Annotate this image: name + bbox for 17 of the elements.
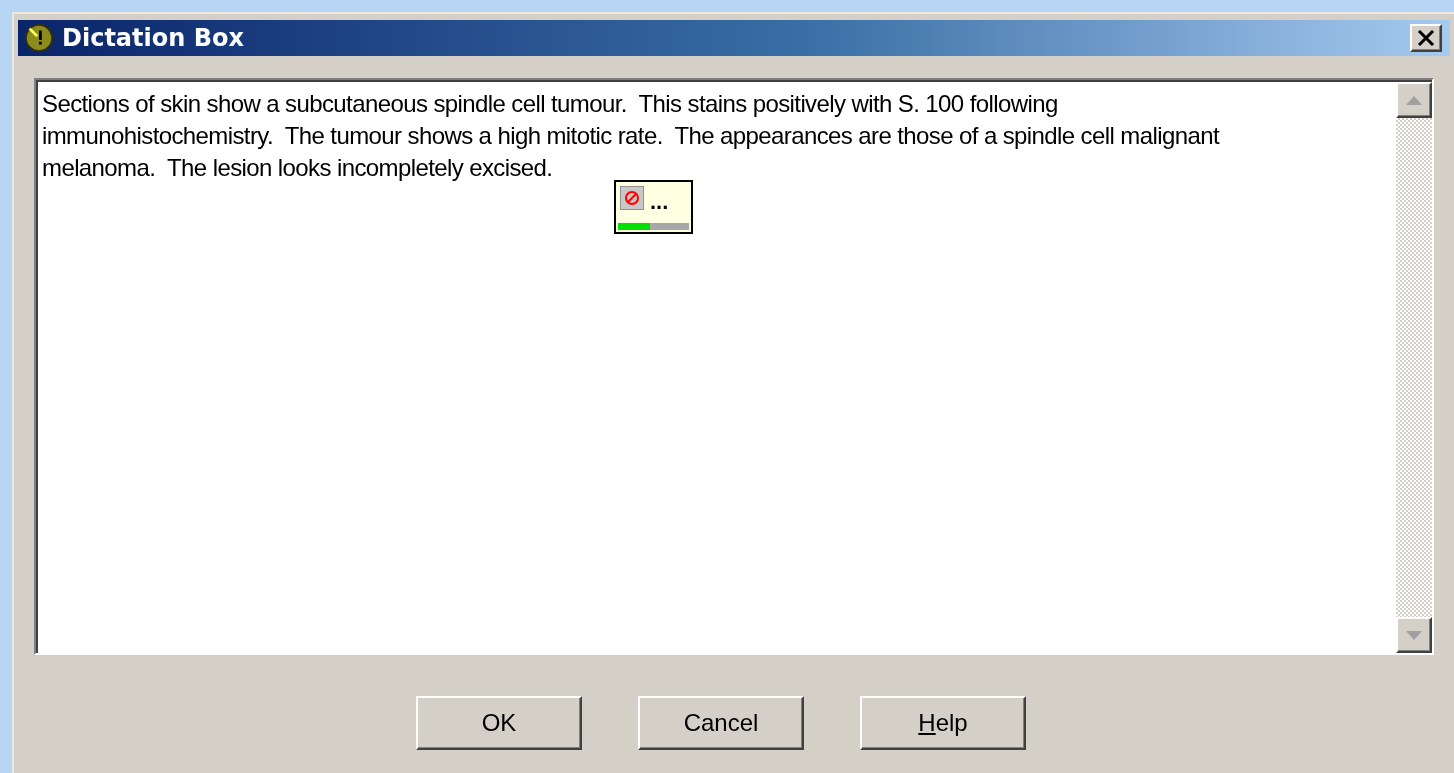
close-icon xyxy=(1417,30,1435,46)
scroll-up-button[interactable] xyxy=(1396,82,1432,118)
text-line: melanoma. The lesion looks incompletely excised. xyxy=(42,153,553,183)
dialog-button[interactable]: Cancel xyxy=(638,696,804,750)
dialog-button[interactable]: Help xyxy=(860,696,1026,750)
dictation-text-area[interactable] xyxy=(34,78,1434,655)
window-title: Dictation Box xyxy=(62,23,244,54)
text-line: Sections of skin show a subcutaneous spindle cell tumour. This stains positively with S. 100 following xyxy=(42,89,1058,119)
up-arrow-icon xyxy=(1406,95,1422,105)
stop-icon xyxy=(620,186,644,210)
text-line: immunohistochemistry. The tumour shows a high mitotic rate. The appearances are those of a spindle cell malignant xyxy=(42,121,1219,151)
close-button[interactable] xyxy=(1410,24,1442,52)
dialog-button[interactable]: OK xyxy=(416,696,582,750)
status-text: ... xyxy=(650,192,669,212)
scroll-down-button[interactable] xyxy=(1396,617,1432,653)
scrollbar[interactable] xyxy=(1396,80,1432,653)
down-arrow-icon xyxy=(1406,630,1422,640)
